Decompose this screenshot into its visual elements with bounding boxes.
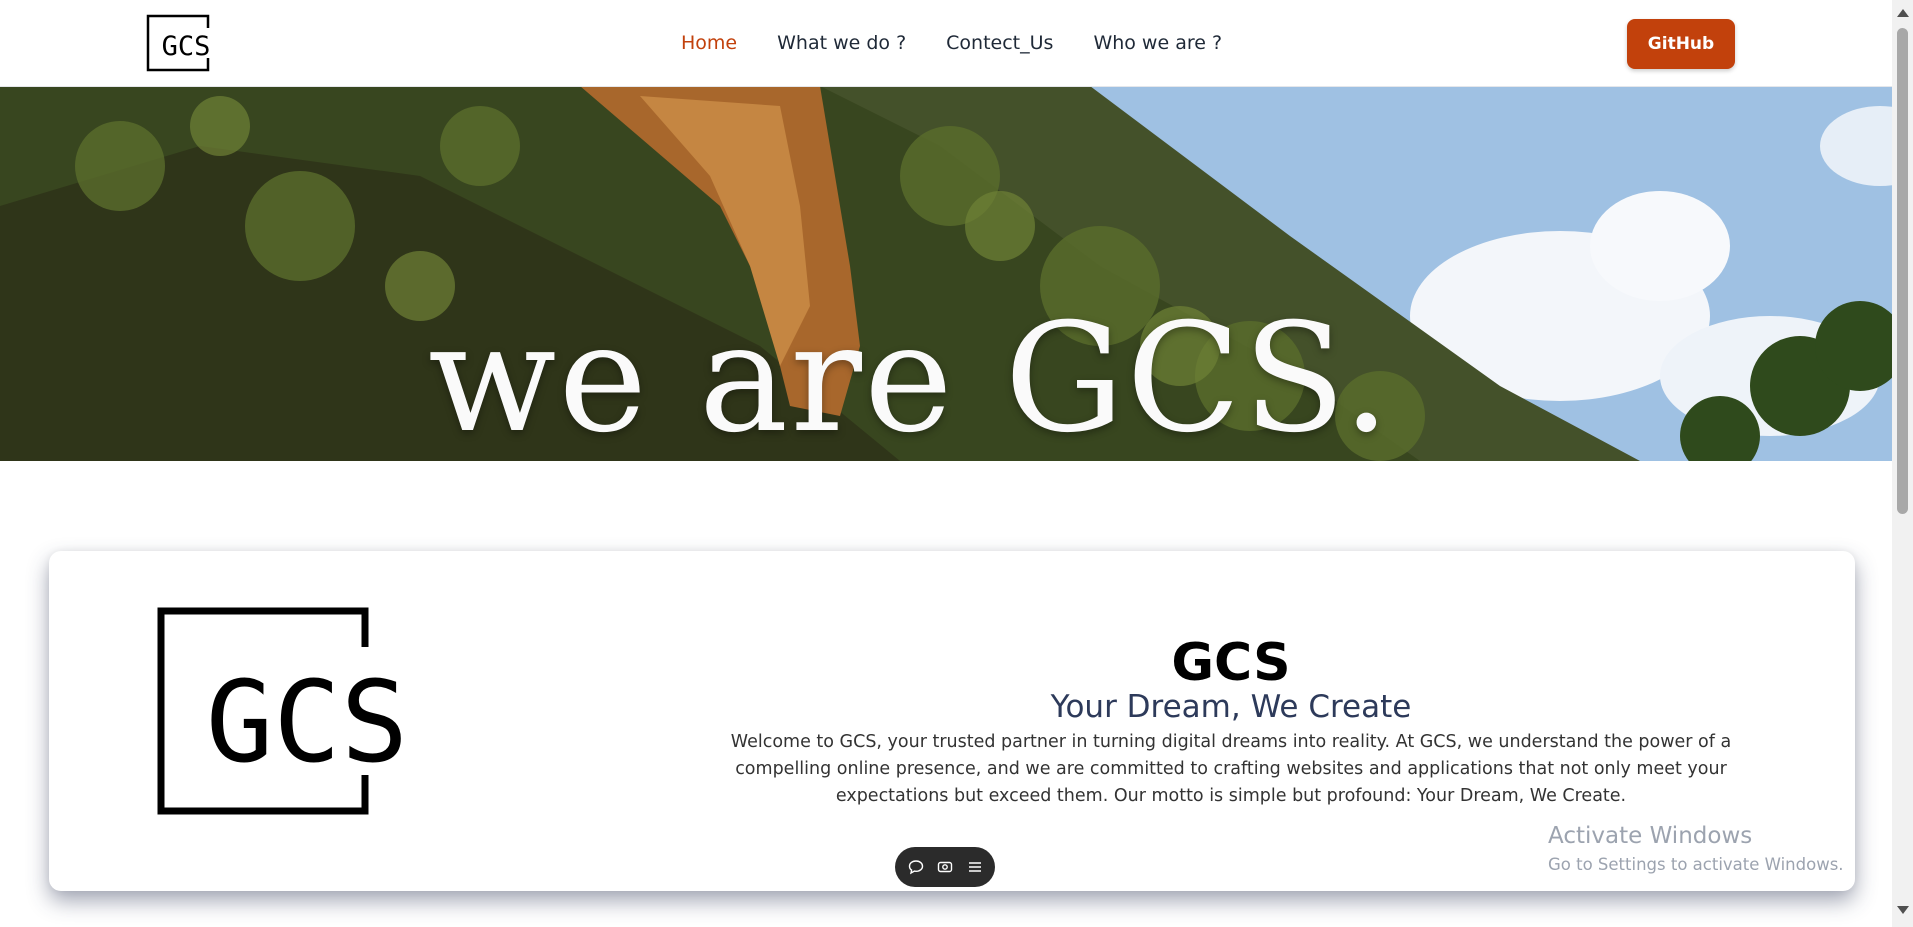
nav-what-we-do[interactable]: What we do ? <box>777 32 906 54</box>
hero-headline: we are GCS. <box>428 292 1393 461</box>
floating-toolbar <box>895 847 995 887</box>
main-nav: Home What we do ? Contect_Us Who we are … <box>681 32 1222 54</box>
about-description: Welcome to GCS, your trusted partner in … <box>730 732 1732 806</box>
scroll-down-arrow-icon[interactable] <box>1897 906 1909 914</box>
github-button[interactable]: GitHub <box>1627 19 1735 69</box>
nav-home[interactable]: Home <box>681 32 737 54</box>
chat-icon[interactable] <box>907 858 925 876</box>
about-title: GCS <box>1171 633 1291 693</box>
scroll-up-arrow-icon[interactable] <box>1897 9 1909 17</box>
scrollbar-thumb[interactable] <box>1897 28 1908 514</box>
nav-contact-us[interactable]: Contect_Us <box>946 32 1053 54</box>
activate-windows-watermark: Activate Windows Go to Settings to activ… <box>1548 823 1844 874</box>
menu-icon[interactable] <box>966 858 984 876</box>
gcs-logo-large: GCS <box>157 607 408 815</box>
camera-icon[interactable] <box>936 858 954 876</box>
logo-large-text: GCS <box>206 658 408 788</box>
site-header: GCS Home What we do ? Contect_Us Who we … <box>0 0 1892 87</box>
page-scrollbar[interactable] <box>1892 0 1913 927</box>
hero-banner: we are GCS. <box>0 86 1892 461</box>
watermark-title: Activate Windows <box>1548 823 1753 849</box>
logo-text: GCS <box>162 31 211 62</box>
watermark-subtitle: Go to Settings to activate Windows. <box>1548 855 1844 874</box>
nav-who-we-are[interactable]: Who we are ? <box>1093 32 1222 54</box>
about-subtitle: Your Dream, We Create <box>1050 689 1412 725</box>
gcs-logo[interactable]: GCS <box>146 14 224 72</box>
